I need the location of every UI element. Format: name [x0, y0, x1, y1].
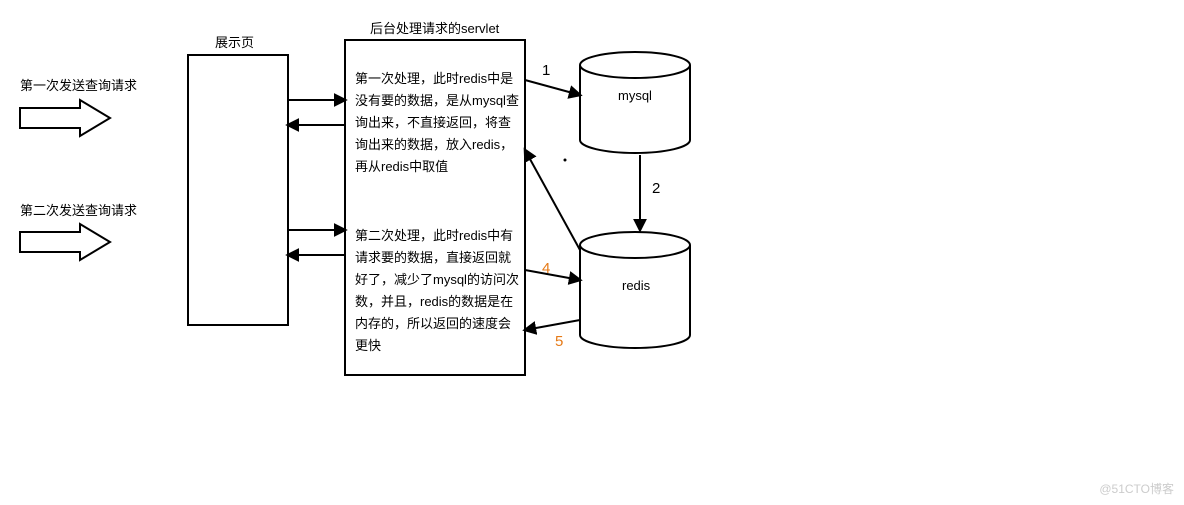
label-req2: 第二次发送查询请求 [20, 200, 137, 219]
label-req1: 第一次发送查询请求 [20, 75, 137, 94]
label-display-page: 展示页 [215, 32, 254, 51]
desc-second: 第二次处理，此时redis中有请求要的数据，直接返回就好了，减少了mysql的访… [355, 225, 520, 358]
watermark: @51CTO博客 [1099, 480, 1174, 497]
edge-num-1: 1 [542, 62, 550, 79]
label-mysql: mysql [618, 88, 652, 103]
label-redis: redis [622, 278, 650, 293]
edge-num-4: 4 [542, 260, 550, 277]
label-servlet: 后台处理请求的servlet [370, 18, 499, 37]
desc-first: 第一次处理，此时redis中是没有要的数据，是从mysql查询出来，不直接返回，… [355, 68, 520, 178]
edge-num-5: 5 [555, 333, 563, 350]
edge-num-2: 2 [652, 180, 660, 197]
